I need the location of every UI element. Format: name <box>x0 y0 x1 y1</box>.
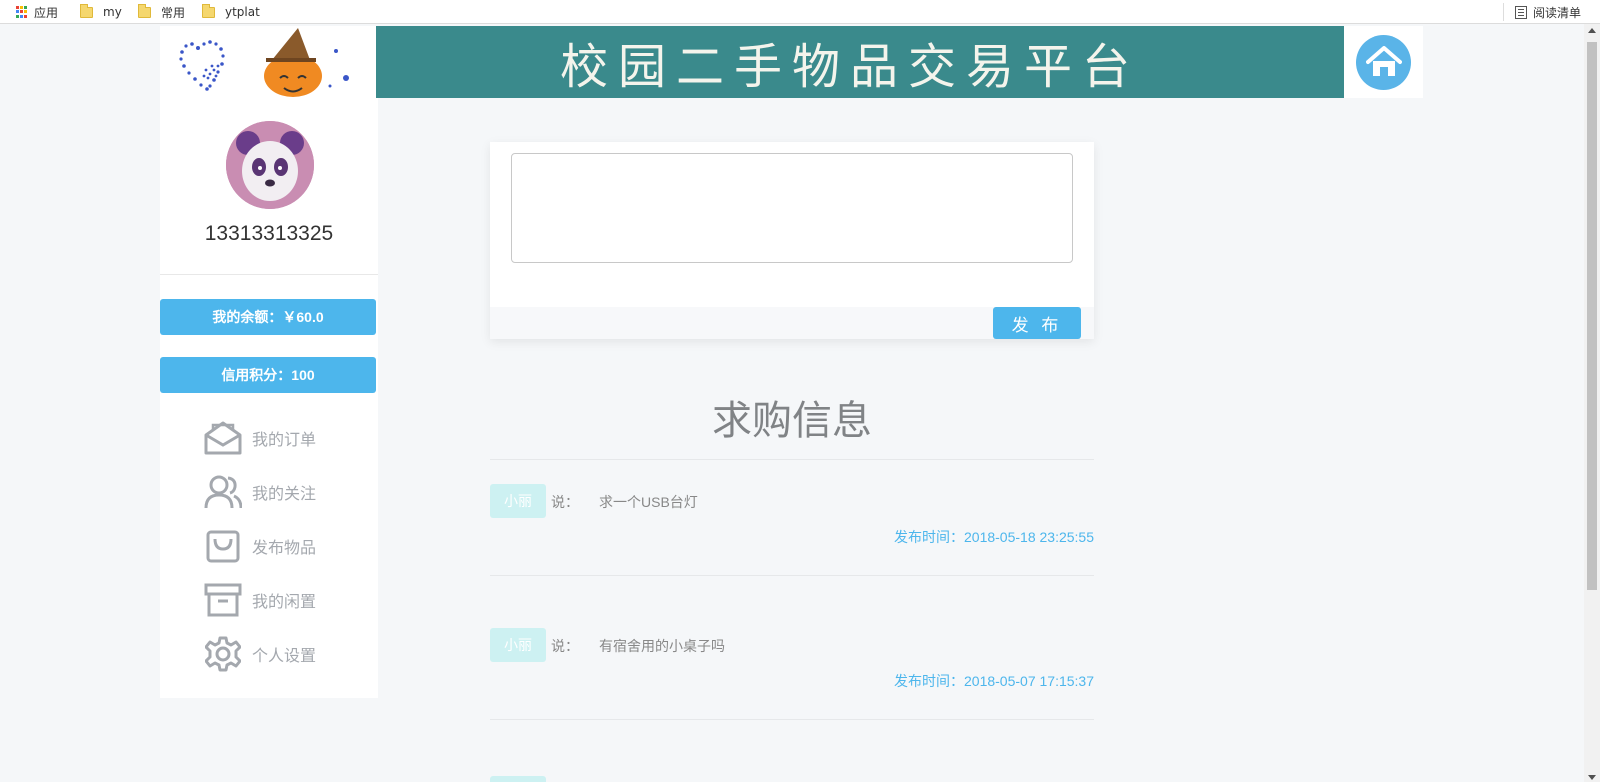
sidebar-item-my-follows[interactable]: 我的关注 <box>204 472 316 512</box>
banner-title-area: 校园二手物品交易平台 <box>376 26 1344 98</box>
sidebar-item-my-orders[interactable]: 我的订单 <box>204 418 316 458</box>
sidebar-item-label: 我的订单 <box>252 430 317 449</box>
request-content: 求一个USB台灯 <box>599 494 698 510</box>
folder-icon <box>202 3 215 18</box>
apps-grid-icon <box>16 6 28 18</box>
scrollbar-thumb[interactable] <box>1587 42 1597 590</box>
sidebar-item-my-idle[interactable]: 我的闲置 <box>204 580 316 620</box>
bookmark-label: 常用 <box>161 5 186 20</box>
bookmark-apps[interactable]: 应用 <box>16 0 58 24</box>
poster-name-tag[interactable]: 小丽 <box>490 484 546 518</box>
publish-button[interactable]: 发 布 <box>993 307 1081 339</box>
say-label: 说： <box>551 639 579 655</box>
banner-logo-image <box>160 26 376 98</box>
home-button[interactable] <box>1356 34 1411 90</box>
site-title: 校园二手物品交易平台 <box>559 39 1140 95</box>
envelope-open-icon <box>204 419 242 457</box>
reading-list-icon <box>1515 5 1527 19</box>
bookmark-folder-common[interactable]: 常用 <box>138 0 185 24</box>
poster-name-tag[interactable]: 小丽 <box>490 628 546 662</box>
bookmark-folder-my[interactable]: my <box>80 0 122 24</box>
folder-icon <box>80 3 93 18</box>
bookmark-folder-ytplat[interactable]: ytplat <box>202 0 260 24</box>
gear-icon <box>204 635 242 673</box>
panda-avatar-image <box>226 121 314 209</box>
post-divider <box>490 719 1094 720</box>
sidebar-item-label: 个人设置 <box>252 646 317 665</box>
bookmark-label: my <box>103 5 122 19</box>
publish-footer: 发 布 <box>490 307 1094 339</box>
reading-list-button[interactable]: 阅读清单 <box>1515 0 1581 24</box>
credit-score-badge[interactable]: 信用积分：100 <box>160 357 376 393</box>
user-sidebar: 13313313325 我的余额：￥60.0 信用积分：100 我的订单 我的关… <box>160 98 378 698</box>
home-icon <box>1365 46 1402 76</box>
post-divider <box>490 575 1094 576</box>
shopping-bag-icon <box>204 527 242 565</box>
bookmark-apps-label: 应用 <box>34 5 59 20</box>
publish-request-card: 发 布 <box>490 142 1094 339</box>
publish-time: 发布时间：2018-05-07 17:15:37 <box>894 673 1094 689</box>
avatar[interactable] <box>226 121 314 209</box>
folder-icon <box>138 3 151 18</box>
bookmark-label: ytplat <box>225 5 260 19</box>
list-item: 小丽 说： 有宿舍用的小桌子吗 发布时间：2018-05-07 17:15:37 <box>490 604 1094 720</box>
users-icon <box>204 473 242 511</box>
balance-badge[interactable]: 我的余额：￥60.0 <box>160 299 376 335</box>
poster-name-tag-partial <box>490 776 546 782</box>
sidebar-item-label: 发布物品 <box>252 538 317 557</box>
say-label: 说： <box>551 495 579 511</box>
banner-home-area <box>1344 26 1423 98</box>
request-content-input[interactable] <box>511 153 1073 263</box>
site-banner: 校园二手物品交易平台 <box>160 26 1423 98</box>
sidebar-item-publish-item[interactable]: 发布物品 <box>204 526 316 566</box>
reading-list-label: 阅读清单 <box>1533 5 1582 20</box>
bookmarks-bar: 应用 my 常用 ytplat 阅读清单 <box>0 0 1600 24</box>
bookmarks-divider <box>1503 3 1504 21</box>
list-item: 小丽 说： 求一个USB台灯 发布时间：2018-05-18 23:25:55 <box>490 460 1094 576</box>
request-content: 有宿舍用的小桌子吗 <box>599 638 725 654</box>
section-title: 求购信息 <box>712 398 872 444</box>
sidebar-item-label: 我的关注 <box>252 484 317 503</box>
page-scrollbar[interactable] <box>1584 24 1600 782</box>
sidebar-item-settings[interactable]: 个人设置 <box>204 634 316 674</box>
scroll-up-arrow-icon[interactable] <box>1588 28 1596 33</box>
scroll-down-arrow-icon[interactable] <box>1588 775 1596 780</box>
user-phone: 13313313325 <box>204 222 334 245</box>
archive-box-icon <box>204 581 242 619</box>
publish-time: 发布时间：2018-05-18 23:25:55 <box>894 529 1094 545</box>
sidebar-item-label: 我的闲置 <box>252 592 317 611</box>
sidebar-divider <box>160 274 378 275</box>
